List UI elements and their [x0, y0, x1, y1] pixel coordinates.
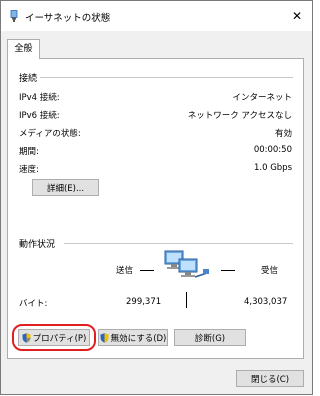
general-tab-panel: 接続 IPv4 接続: インターネット IPv6 接続: ネットワーク アクセス… — [7, 58, 304, 359]
disable-button-label: 無効にする(D) — [110, 333, 167, 344]
received-dash — [221, 270, 235, 271]
bytes-sent-value: 299,371 — [126, 297, 162, 307]
media-state-label: メディアの状態: — [19, 129, 81, 139]
sent-label: 送信 — [116, 266, 134, 276]
bytes-label: バイト: — [19, 299, 48, 309]
properties-highlight-outline — [12, 324, 96, 351]
duration-value: 00:00:50 — [253, 145, 292, 155]
duration-label: 期間: — [19, 147, 39, 157]
connection-group-divider — [40, 77, 293, 78]
received-label: 受信 — [261, 266, 279, 276]
title-bar[interactable]: イーサネットの状態 ✕ — [1, 1, 312, 31]
ipv4-value: インターネット — [232, 93, 292, 103]
activity-group-divider — [64, 243, 293, 244]
speed-value: 1.0 Gbps — [253, 163, 292, 173]
activity-group-title: 動作状況 — [19, 240, 56, 250]
activity-separator — [186, 292, 187, 308]
details-button[interactable]: 詳細(E)... — [32, 179, 99, 196]
uac-shield-icon — [100, 332, 109, 343]
bytes-received-value: 4,303,037 — [244, 297, 288, 307]
ethernet-status-window: イーサネットの状態 ✕ 全般 接続 IPv4 接続: インターネット IPv6 … — [0, 0, 313, 395]
close-button[interactable]: 閉じる(C) — [236, 370, 304, 387]
network-adapter-icon — [10, 10, 18, 22]
connection-group-title: 接続 — [19, 74, 38, 84]
ipv4-label: IPv4 接続: — [19, 93, 60, 103]
disable-button[interactable]: 無効にする(D) — [98, 329, 168, 346]
close-icon[interactable]: ✕ — [282, 1, 312, 31]
media-state-value: 有効 — [274, 129, 292, 139]
window-title: イーサネットの状態 — [25, 13, 111, 24]
diagnose-button[interactable]: 診断(G) — [174, 329, 246, 346]
network-computers-icon — [164, 250, 209, 278]
tab-general[interactable]: 全般 — [7, 39, 40, 59]
dialog-client-area: 全般 接続 IPv4 接続: インターネット IPv6 接続: ネットワーク ア… — [1, 31, 312, 394]
sent-dash — [140, 270, 154, 271]
ipv6-value: ネットワーク アクセスなし — [187, 111, 292, 121]
ipv6-label: IPv6 接続: — [19, 111, 60, 121]
speed-label: 速度: — [19, 165, 39, 175]
